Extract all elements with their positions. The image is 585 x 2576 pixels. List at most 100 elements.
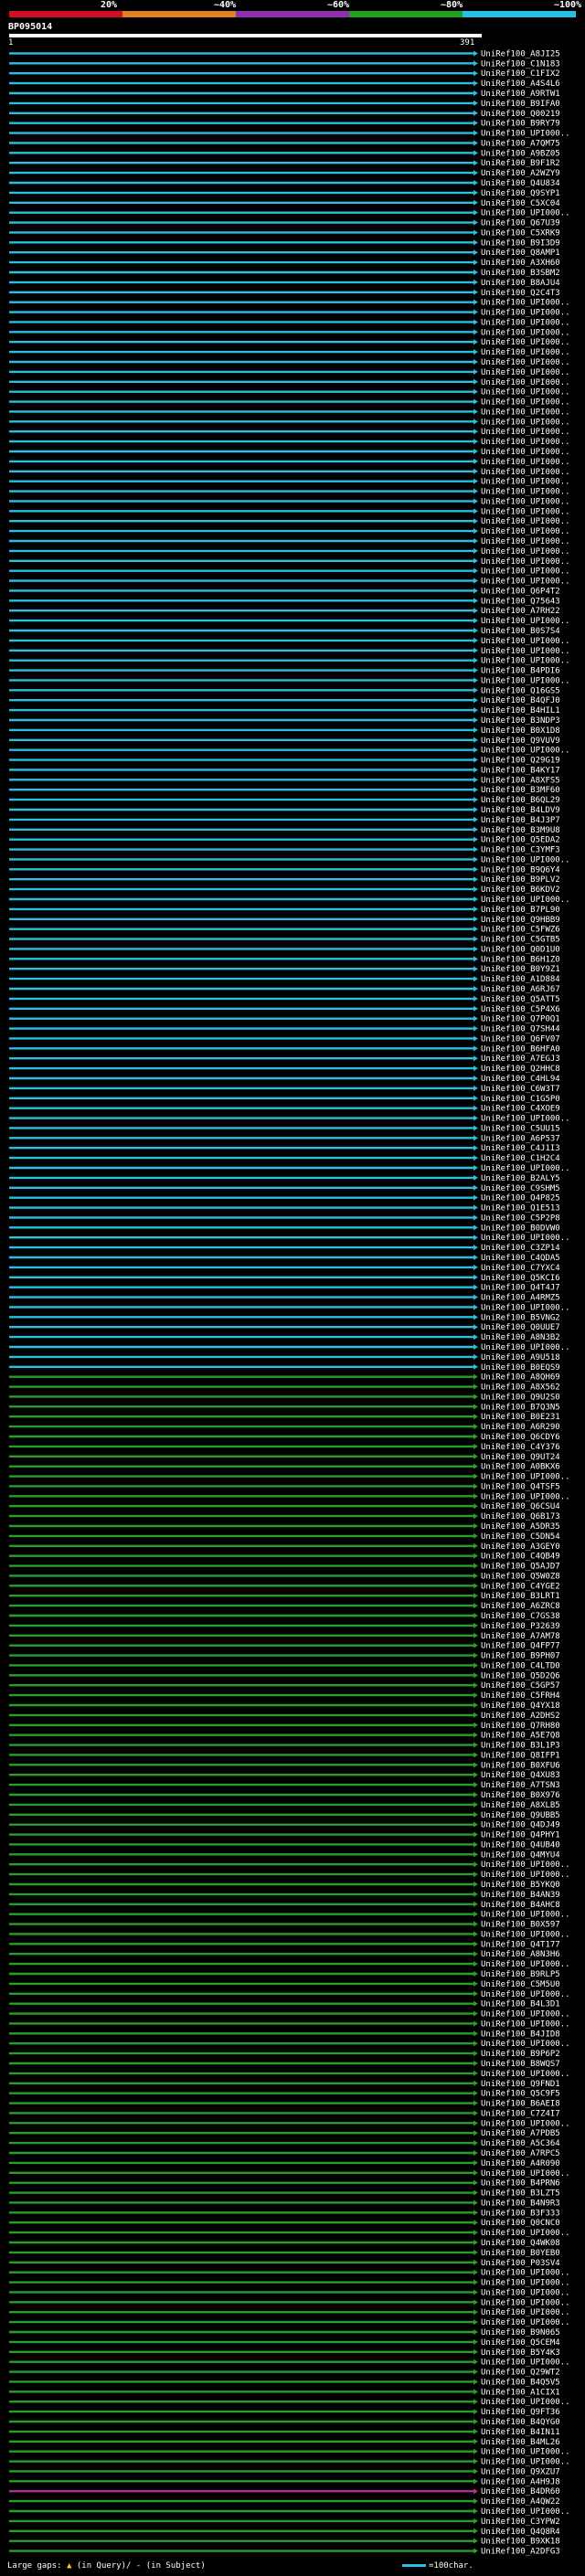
hit-label[interactable]: UniRef100_B0DVW0 [481,1224,560,1233]
hit-label[interactable]: UniRef100_B7Q3N5 [481,1403,560,1412]
hit-label[interactable]: UniRef100_A4H9J8 [481,2477,560,2486]
hit-label[interactable]: UniRef100_B9RY79 [481,120,560,129]
hit-label[interactable]: UniRef100_Q16GS5 [481,686,560,695]
hit-label[interactable]: UniRef100_Q2C4T3 [481,289,560,298]
hit-label[interactable]: UniRef100_UPI000.. [481,617,570,626]
hit-label[interactable]: UniRef100_A7TSN3 [481,1781,560,1790]
hit-label[interactable]: UniRef100_B4L3D1 [481,2000,560,2009]
hit-label[interactable]: UniRef100_UPI000.. [481,348,570,357]
hit-label[interactable]: UniRef100_B0YEB0 [481,2249,560,2258]
hit-label[interactable]: UniRef100_B4HIL1 [481,706,560,716]
hit-label[interactable]: UniRef100_B0XFU6 [481,1761,560,1770]
hit-label[interactable]: UniRef100_C4Y376 [481,1443,560,1452]
hit-label[interactable]: UniRef100_C7Z4I7 [481,2109,560,2118]
hit-label[interactable]: UniRef100_Q4XU83 [481,1771,560,1780]
hit-label[interactable]: UniRef100_A9BZ05 [481,149,560,158]
hit-label[interactable]: UniRef100_UPI000.. [481,1930,570,1939]
hit-label[interactable]: UniRef100_B0X1D8 [481,726,560,736]
hit-label[interactable]: UniRef100_B4IN11 [481,2428,560,2437]
hit-label[interactable]: UniRef100_C4XOE9 [481,1105,560,1114]
hit-label[interactable]: UniRef100_UPI000.. [481,896,570,905]
hit-label[interactable]: UniRef100_B4QFJ0 [481,696,560,705]
hit-label[interactable]: UniRef100_C5FWZ6 [481,926,560,935]
hit-label[interactable]: UniRef100_C1H2C4 [481,1154,560,1163]
hit-label[interactable]: UniRef100_A7EGJ3 [481,1055,560,1064]
hit-label[interactable]: UniRef100_UPI000.. [481,1343,570,1352]
hit-label[interactable]: UniRef100_B6H1Z0 [481,955,560,964]
hit-label[interactable]: UniRef100_C5XC04 [481,199,560,208]
hit-label[interactable]: UniRef100_Q4Q8R4 [481,2528,560,2537]
hit-label[interactable]: UniRef100_UPI000.. [481,2229,570,2238]
hit-label[interactable]: UniRef100_P03SV4 [481,2259,560,2268]
hit-label[interactable]: UniRef100_UPI000.. [481,647,570,656]
hit-label[interactable]: UniRef100_UPI000.. [481,557,570,567]
hit-label[interactable]: UniRef100_A6P537 [481,1134,560,1143]
hit-label[interactable]: UniRef100_B4PDI6 [481,667,560,676]
hit-label[interactable]: UniRef100_UPI000.. [481,418,570,427]
hit-label[interactable]: UniRef100_Q6B173 [481,1512,560,1521]
hit-label[interactable]: UniRef100_B5YKQ0 [481,1881,560,1890]
hit-label[interactable]: UniRef100_B0X597 [481,1921,560,1930]
hit-label[interactable]: UniRef100_B3SBM2 [481,269,560,278]
hit-label[interactable]: UniRef100_C4LTD0 [481,1661,560,1670]
hit-label[interactable]: UniRef100_Q0CNC0 [481,2219,560,2228]
hit-label[interactable]: UniRef100_A8N3B2 [481,1333,560,1342]
hit-label[interactable]: UniRef100_A2DHS2 [481,1712,560,1721]
hit-label[interactable]: UniRef100_Q9FND1 [481,2080,560,2089]
hit-label[interactable]: UniRef100_A8X562 [481,1383,560,1393]
hit-label[interactable]: UniRef100_B4DR60 [481,2487,560,2496]
hit-label[interactable]: UniRef100_Q4UB40 [481,1840,560,1850]
hit-label[interactable]: UniRef100_B8WQS7 [481,2060,560,2069]
hit-label[interactable]: UniRef100_C4HL94 [481,1075,560,1084]
hit-label[interactable]: UniRef100_B3LZT5 [481,2189,560,2199]
hit-label[interactable]: UniRef100_UPI000.. [481,517,570,526]
hit-label[interactable]: UniRef100_A6RJ67 [481,985,560,994]
hit-label[interactable]: UniRef100_B0S7S4 [481,627,560,636]
hit-label[interactable]: UniRef100_B4PRN6 [481,2179,560,2189]
hit-label[interactable]: UniRef100_Q4T177 [481,1940,560,1949]
hit-label[interactable]: UniRef100_UPI000.. [481,328,570,337]
hit-label[interactable]: UniRef100_B4AN39 [481,1891,560,1900]
hit-label[interactable]: UniRef100_Q6FV07 [481,1034,560,1044]
hit-label[interactable]: UniRef100_A7RH22 [481,607,560,616]
hit-label[interactable]: UniRef100_Q29WT2 [481,2369,560,2378]
hit-label[interactable]: UniRef100_Q9UT24 [481,1453,560,1462]
hit-label[interactable]: UniRef100_Q5CEM4 [481,2338,560,2348]
hit-label[interactable]: UniRef100_P32639 [481,1622,560,1631]
hit-label[interactable]: UniRef100_C7YXC4 [481,1264,560,1273]
hit-label[interactable]: UniRef100_A0BKX6 [481,1463,560,1472]
hit-label[interactable]: UniRef100_A1CIX1 [481,2388,560,2397]
hit-label[interactable]: UniRef100_UPI000.. [481,468,570,477]
hit-label[interactable]: UniRef100_C1FIX2 [481,69,560,79]
hit-label[interactable]: UniRef100_UPI000.. [481,209,570,218]
hit-label[interactable]: UniRef100_UPI000.. [481,1860,570,1870]
hit-label[interactable]: UniRef100_UPI000.. [481,408,570,417]
hit-label[interactable]: UniRef100_UPI000.. [481,458,570,467]
hit-label[interactable]: UniRef100_C5P2P8 [481,1214,560,1223]
hit-label[interactable]: UniRef100_A5E7Q8 [481,1732,560,1741]
hit-label[interactable]: UniRef100_B6KDV2 [481,885,560,895]
hit-label[interactable]: UniRef100_B9XK18 [481,2538,560,2547]
hit-label[interactable]: UniRef100_B0Y9Z1 [481,965,560,974]
hit-label[interactable]: UniRef100_A4S4L6 [481,80,560,89]
hit-label[interactable]: UniRef100_B5Y4K3 [481,2348,560,2358]
hit-label[interactable]: UniRef100_A8XLB5 [481,1801,560,1810]
hit-label[interactable]: UniRef100_UPI000.. [481,1115,570,1124]
hit-label[interactable]: UniRef100_A8N3H6 [481,1950,560,1959]
hit-label[interactable]: UniRef100_B2ALY5 [481,1174,560,1183]
hit-label[interactable]: UniRef100_B9PLV2 [481,875,560,885]
hit-label[interactable]: UniRef100_A4QW22 [481,2497,560,2507]
hit-label[interactable]: UniRef100_A2WZY9 [481,169,560,178]
hit-label[interactable]: UniRef100_A4RMZ5 [481,1294,560,1303]
hit-label[interactable]: UniRef100_A9RTW1 [481,90,560,99]
hit-label[interactable]: UniRef100_Q7SH44 [481,1025,560,1034]
hit-label[interactable]: UniRef100_B4QYG0 [481,2418,560,2427]
hit-label[interactable]: UniRef100_UPI000.. [481,388,570,398]
hit-label[interactable]: UniRef100_UPI000.. [481,2458,570,2467]
hit-label[interactable]: UniRef100_UPI000.. [481,578,570,587]
hit-label[interactable]: UniRef100_Q5AJD7 [481,1563,560,1572]
hit-label[interactable]: UniRef100_UPI000.. [481,637,570,646]
hit-label[interactable]: UniRef100_B8AJU4 [481,279,560,288]
hit-label[interactable]: UniRef100_UPI000.. [481,507,570,516]
hit-label[interactable]: UniRef100_UPI000.. [481,2279,570,2288]
